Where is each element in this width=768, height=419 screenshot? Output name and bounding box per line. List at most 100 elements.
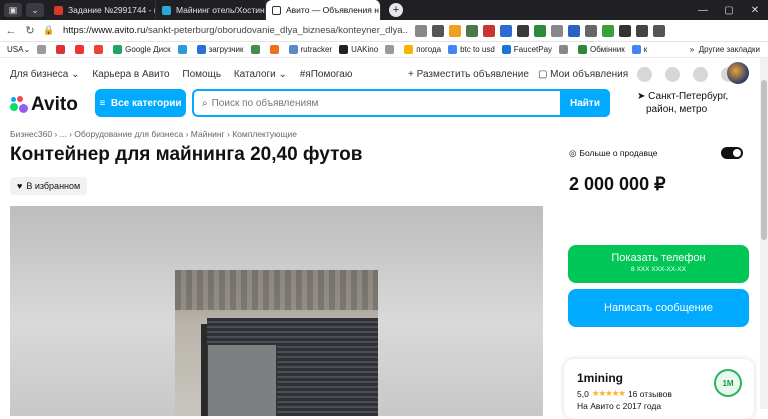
- price: 2 000 000 ₽: [569, 174, 666, 194]
- bookmark-icon-only[interactable]: [37, 45, 49, 54]
- extension-icon[interactable]: [516, 24, 529, 37]
- nav-career[interactable]: Карьера в Авито: [92, 69, 169, 80]
- extension-icon[interactable]: [652, 24, 665, 37]
- nav-business[interactable]: Для бизнеса ⌄: [10, 69, 80, 80]
- heart-icon[interactable]: [637, 66, 653, 82]
- star-rating-icon: ★★★★★: [591, 388, 626, 398]
- bookmark-google-drive[interactable]: Google Диск: [113, 45, 171, 54]
- my-ads-link[interactable]: ▢ Мои объявления: [538, 69, 628, 80]
- bookmark-downloader[interactable]: загрузчик: [196, 45, 244, 54]
- listing-photo[interactable]: [10, 206, 543, 416]
- extension-icon[interactable]: [448, 24, 461, 37]
- search-box: ⌕ Найти: [192, 89, 610, 117]
- extension-icon[interactable]: [482, 24, 495, 37]
- bell-icon[interactable]: [665, 66, 681, 82]
- bookmark-icon-only[interactable]: [75, 45, 87, 54]
- page-icon: [272, 5, 281, 15]
- youtube-icon: [75, 45, 85, 54]
- browser-tab-bar: ▣ ⌄ Задание №2991744 - про Майнинг отель…: [0, 0, 768, 20]
- location-selector[interactable]: ➤ Санкт-Петербург, район, метро: [637, 90, 728, 116]
- browser-menu-button[interactable]: ▣: [4, 3, 22, 17]
- share-icon[interactable]: [414, 24, 427, 37]
- site-icon: [56, 45, 66, 54]
- seller-since: На Авито с 2017 года: [577, 401, 662, 411]
- tab-list-button[interactable]: ⌄: [26, 3, 44, 17]
- nav-catalogs[interactable]: Каталоги ⌄: [234, 69, 287, 80]
- seller-name[interactable]: 1mining: [577, 371, 623, 385]
- search-button[interactable]: Найти: [560, 89, 610, 117]
- bookmark-btc-to-usd[interactable]: btc to usd: [448, 45, 495, 54]
- bookmark-icon-only[interactable]: [385, 45, 397, 54]
- site-icon: [250, 45, 260, 54]
- site-icon: [269, 45, 279, 54]
- search-input[interactable]: [207, 91, 560, 115]
- extension-icon[interactable]: [550, 24, 563, 37]
- tab-mining-hotel[interactable]: Майнинг отель/Хостинг/А: [156, 0, 266, 20]
- page-scrollbar[interactable]: [760, 58, 768, 409]
- write-message-button[interactable]: Написать сообщение: [568, 289, 749, 327]
- reload-icon[interactable]: ↻: [22, 24, 38, 37]
- address-bar-row: ← ↻ 🔒 https://www.avito.ru/sankt-peterbu…: [0, 20, 768, 42]
- url-field[interactable]: https://www.avito.ru/sankt-peterburg/obo…: [63, 25, 408, 36]
- reviews-link[interactable]: 16 отзывов: [628, 389, 672, 399]
- all-categories-button[interactable]: ≡ Все категории: [95, 89, 186, 117]
- back-arrow-icon[interactable]: ←: [3, 25, 19, 37]
- extension-icon[interactable]: [618, 24, 631, 37]
- avatar[interactable]: [727, 62, 749, 84]
- more-about-seller-row[interactable]: ◎ Больше о продавце: [569, 145, 749, 161]
- tab-zadanie[interactable]: Задание №2991744 - про: [48, 0, 156, 20]
- bookmark-icon-only[interactable]: [269, 45, 282, 54]
- bookmark-other[interactable]: » Другие закладки: [690, 45, 760, 54]
- tab-avito[interactable]: Авито — Объявления н ✕: [266, 0, 381, 20]
- bookmark-uakino[interactable]: UAKino: [339, 45, 378, 54]
- site-icon: [177, 45, 187, 54]
- seller-toggle[interactable]: [721, 147, 743, 159]
- site-icon: [339, 45, 349, 54]
- new-tab-button[interactable]: +: [389, 3, 403, 17]
- bookmark-icon-only[interactable]: [56, 45, 68, 54]
- bookmark-faucetpay[interactable]: FaucetPay: [501, 45, 552, 54]
- favorite-button[interactable]: ♥ В избранном: [10, 177, 88, 195]
- window-controls: — ▢ ✕: [690, 0, 768, 20]
- breadcrumb[interactable]: Бизнес360 › ... › Оборудование для бизне…: [10, 129, 297, 139]
- extension-icon[interactable]: [465, 24, 478, 37]
- seller-card[interactable]: 1mining 5,0 ★★★★★ 16 отзывов На Авито с …: [564, 359, 754, 419]
- extension-icon[interactable]: [584, 24, 597, 37]
- site-icon: [559, 45, 569, 54]
- info-icon: ◎: [569, 147, 577, 158]
- logo-dots-icon: [10, 96, 28, 114]
- bookmark-k[interactable]: к: [631, 45, 647, 54]
- bookmark-icon-only[interactable]: [177, 45, 190, 54]
- site-icon: [404, 45, 414, 54]
- minimize-icon[interactable]: —: [690, 5, 716, 16]
- site-icon: [288, 45, 298, 54]
- extension-icon[interactable]: [533, 24, 546, 37]
- bookmark-rutracker[interactable]: rutracker: [288, 45, 332, 54]
- seller-rating: 5,0 ★★★★★ 16 отзывов: [577, 388, 672, 399]
- download-icon[interactable]: [601, 24, 614, 37]
- close-window-icon[interactable]: ✕: [742, 5, 768, 16]
- bookmark-usa[interactable]: USA ⌄: [7, 45, 30, 54]
- seller-logo[interactable]: 1M: [714, 369, 742, 397]
- page-title: Контейнер для майнинга 20,40 футов: [10, 144, 363, 165]
- extension-icon[interactable]: [635, 24, 648, 37]
- bookmark-icon[interactable]: [431, 24, 444, 37]
- show-phone-button[interactable]: Показать телефон 8 XXX XXX-XX-XX: [568, 245, 749, 283]
- post-ad-link[interactable]: + Разместить объявление: [408, 69, 529, 80]
- extension-icon[interactable]: [499, 24, 512, 37]
- avito-logo[interactable]: Avito: [10, 94, 78, 116]
- bookmark-icon-only[interactable]: [559, 45, 571, 54]
- bookmark-icon-only[interactable]: [250, 45, 263, 54]
- container-photo: [175, 270, 378, 416]
- bookmark-icon-only[interactable]: [94, 45, 106, 54]
- maximize-icon[interactable]: ▢: [716, 5, 742, 16]
- bookmark-weather[interactable]: погода: [404, 45, 441, 54]
- nav-ipomogayu[interactable]: #яПомогаю: [300, 69, 353, 80]
- google-icon: [448, 45, 458, 54]
- bookmark-exchanger[interactable]: Обмінник: [578, 45, 625, 54]
- nav-help[interactable]: Помощь: [182, 69, 221, 80]
- chat-icon[interactable]: [693, 66, 709, 82]
- scrollbar-thumb[interactable]: [761, 80, 767, 240]
- extension-icon[interactable]: [567, 24, 580, 37]
- lock-icon: 🔒: [43, 25, 55, 35]
